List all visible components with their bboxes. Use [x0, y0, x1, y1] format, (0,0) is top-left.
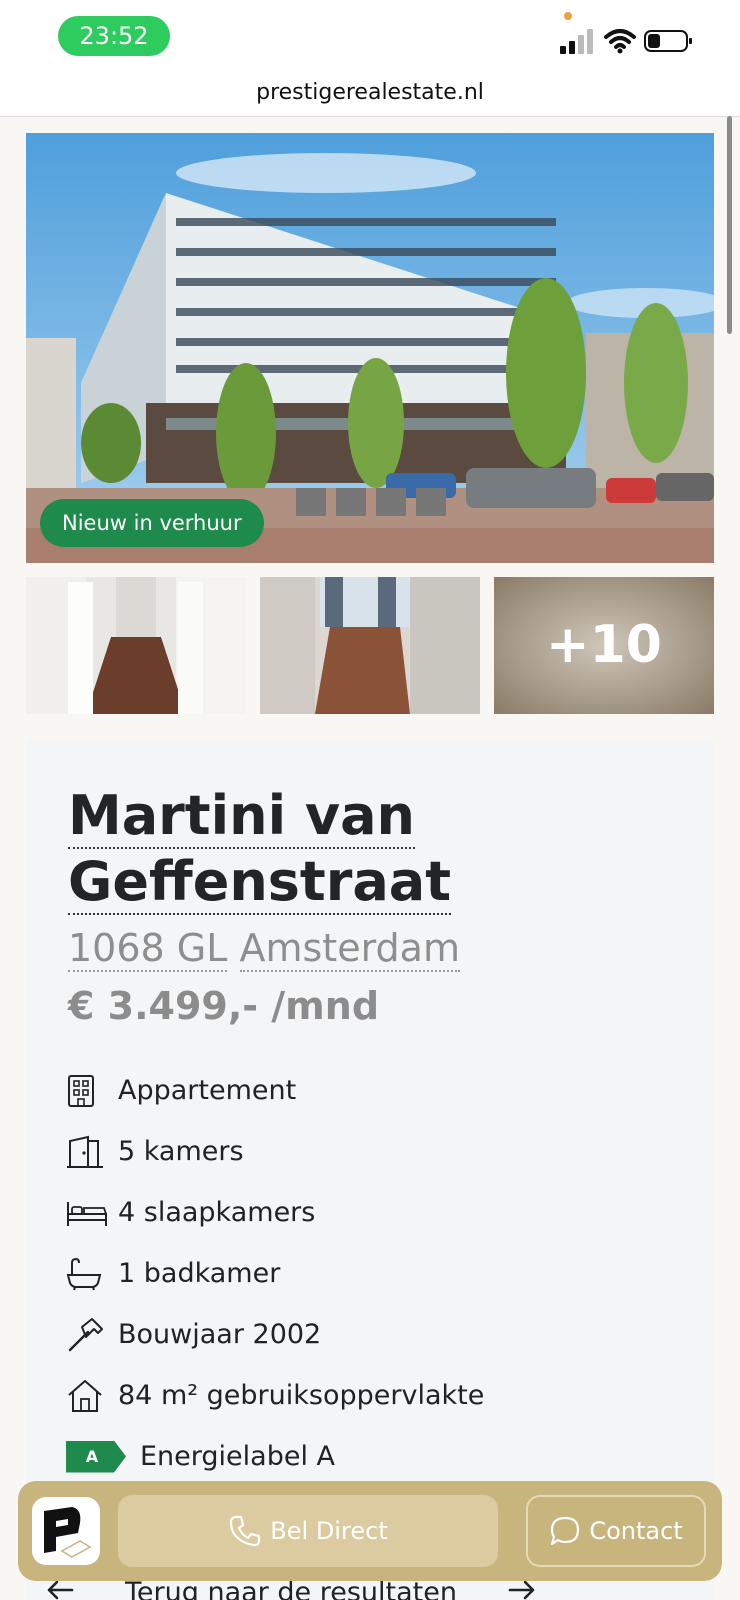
listing-address[interactable]: 1068 GL Amsterdam — [68, 926, 460, 972]
feature-rooms: 5 kamers — [66, 1121, 666, 1182]
hammer-icon — [66, 1315, 110, 1355]
feature-text: 4 slaapkamers — [118, 1197, 316, 1228]
gallery-more-photos[interactable]: +10 — [494, 577, 714, 714]
status-bar: 23:52 — [0, 0, 740, 75]
gallery-thumbnail[interactable] — [260, 577, 480, 714]
new-rental-badge: Nieuw in verhuur — [40, 499, 264, 547]
page-scrollbar[interactable] — [727, 116, 732, 334]
feature-text: Appartement — [118, 1075, 297, 1106]
feature-text: Bouwjaar 2002 — [118, 1319, 322, 1350]
title-line-1: Martini van — [68, 784, 415, 849]
url-text: prestigerealestate.nl — [256, 80, 484, 105]
privacy-indicator-dot — [564, 12, 572, 20]
cellular-signal-icon — [560, 29, 593, 54]
building-icon — [66, 1071, 110, 1111]
feature-text: 1 badkamer — [118, 1258, 281, 1289]
bathtub-icon — [66, 1254, 110, 1294]
contact-button-label: Contact — [589, 1517, 683, 1545]
call-direct-button[interactable]: Bel Direct — [118, 1495, 498, 1567]
company-logo[interactable] — [32, 1497, 100, 1565]
feature-list: Appartement 5 kamers 4 slaapkamers 1 bad… — [66, 1060, 666, 1487]
door-icon — [66, 1132, 110, 1172]
bed-icon — [66, 1193, 110, 1233]
listing-price: € 3.499,- /mnd — [68, 984, 380, 1028]
city: Amsterdam — [239, 926, 460, 972]
listing-title[interactable]: Martini van Geffenstraat — [68, 783, 548, 915]
feature-text: 84 m² gebruiksoppervlakte — [118, 1380, 485, 1411]
chat-bubble-icon — [549, 1515, 581, 1547]
room-photo — [260, 577, 480, 714]
feature-living-area: 84 m² gebruiksoppervlakte — [66, 1365, 666, 1426]
house-icon — [66, 1376, 110, 1416]
title-line-2: Geffenstraat — [68, 850, 452, 915]
hero-photo[interactable]: Nieuw in verhuur — [26, 133, 714, 563]
battery-icon — [644, 30, 692, 52]
feature-text: Energielabel A — [140, 1441, 336, 1472]
energy-label-icon: A — [66, 1440, 126, 1473]
feature-text: 5 kamers — [118, 1136, 244, 1167]
status-time: 23:52 — [58, 16, 170, 56]
call-button-label: Bel Direct — [270, 1517, 388, 1545]
bottom-action-bar: Bel Direct Contact — [18, 1481, 722, 1581]
prestige-logo-icon — [44, 1507, 92, 1558]
gallery-thumbnail[interactable] — [26, 577, 246, 714]
feature-bedrooms: 4 slaapkamers — [66, 1182, 666, 1243]
feature-property-type: Appartement — [66, 1060, 666, 1121]
more-photos-count: +10 — [546, 615, 662, 675]
contact-button[interactable]: Contact — [526, 1495, 706, 1567]
feature-energy-label: A Energielabel A — [66, 1426, 666, 1487]
phone-icon — [228, 1514, 262, 1548]
wifi-icon — [604, 29, 636, 54]
feature-bathrooms: 1 badkamer — [66, 1243, 666, 1304]
feature-build-year: Bouwjaar 2002 — [66, 1304, 666, 1365]
hallway-photo — [26, 577, 246, 714]
postcode: 1068 GL — [68, 926, 228, 972]
browser-url-bar[interactable]: prestigerealestate.nl — [0, 75, 740, 117]
